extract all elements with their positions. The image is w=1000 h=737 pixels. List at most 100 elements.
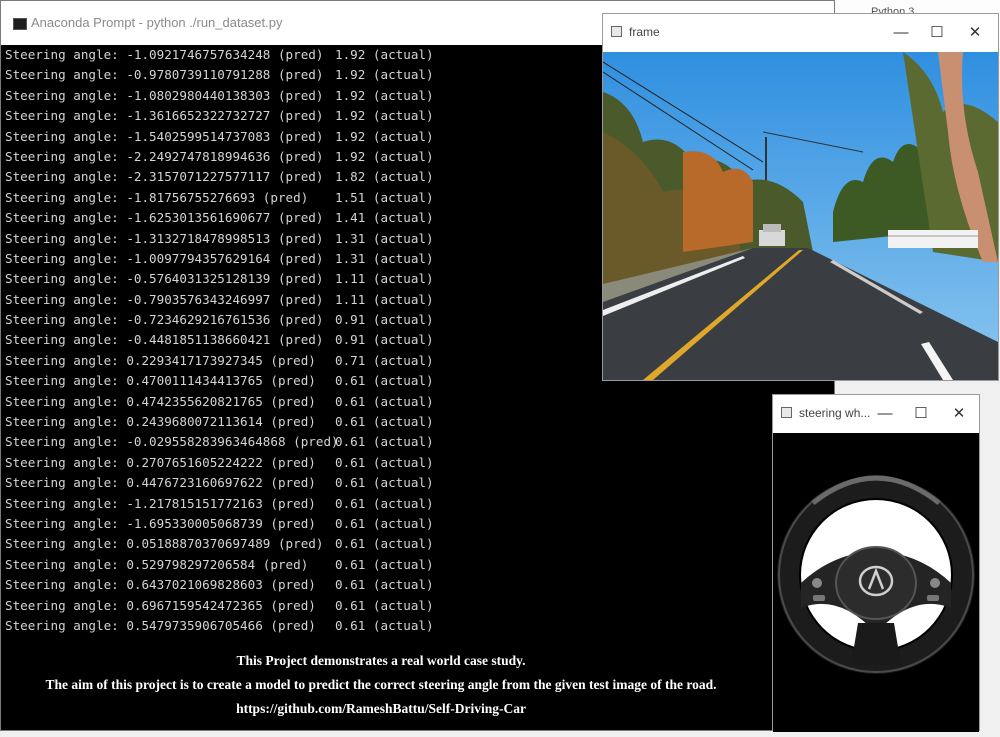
close-button[interactable]: ✕	[947, 403, 971, 425]
actual-angle-text: 0.61 (actual)	[335, 515, 434, 531]
console-line: Steering angle: 0.6437021069828603 (pred…	[5, 575, 455, 595]
frame-title-bar[interactable]: frame — ☐ ✕	[603, 14, 998, 52]
console-line: Steering angle: -1.695330005068739 (pred…	[5, 514, 455, 534]
predicted-angle-text: Steering angle: -2.2492747818994636 (pre…	[5, 148, 324, 164]
window-icon	[781, 407, 792, 418]
actual-angle-text: 1.92 (actual)	[335, 128, 434, 144]
road-camera-frame	[602, 52, 998, 380]
actual-angle-text: 0.61 (actual)	[335, 536, 434, 552]
console-line: Steering angle: 0.2707651605224222 (pred…	[5, 453, 455, 473]
actual-angle-text: 1.82 (actual)	[335, 169, 434, 185]
console-line: Steering angle: -1.217815151772163 (pred…	[5, 494, 455, 514]
road-scene-image	[602, 52, 998, 380]
console-line: Steering angle: 0.4742355620821765 (pred…	[5, 392, 455, 412]
console-line: Steering angle: -1.6253013561690677 (pre…	[5, 208, 455, 228]
console-line: Steering angle: -0.4481851138660421 (pre…	[5, 330, 455, 350]
predicted-angle-text: Steering angle: 0.4476723160697622 (pred…	[5, 475, 316, 491]
maximize-button[interactable]: ☐	[909, 403, 933, 425]
console-line: Steering angle: 0.6967159542472365 (pred…	[5, 596, 455, 616]
predicted-angle-text: Steering angle: -0.029558283963464868 (p…	[5, 434, 339, 450]
frame-title: frame	[629, 25, 660, 39]
actual-angle-text: 1.41 (actual)	[335, 210, 434, 226]
console-line: Steering angle: -1.0802980440138303 (pre…	[5, 86, 455, 106]
console-line: Steering angle: -0.5764031325128139 (pre…	[5, 269, 455, 289]
actual-angle-text: 0.61 (actual)	[335, 495, 434, 511]
actual-angle-text: 0.61 (actual)	[335, 617, 434, 633]
console-line: Steering angle: 0.4700111434413765 (pred…	[5, 371, 455, 391]
console-line: Steering angle: -2.2492747818994636 (pre…	[5, 147, 455, 167]
console-line: Steering angle: 0.2293417173927345 (pred…	[5, 351, 455, 371]
actual-angle-text: 1.92 (actual)	[335, 108, 434, 124]
predicted-angle-text: Steering angle: -1.81756755276693 (pred)	[5, 189, 309, 205]
console-line: Steering angle: 0.4476723160697622 (pred…	[5, 473, 455, 493]
predicted-angle-text: Steering angle: -1.6253013561690677 (pre…	[5, 210, 324, 226]
actual-angle-text: 1.31 (actual)	[335, 230, 434, 246]
actual-angle-text: 0.61 (actual)	[335, 597, 434, 613]
predicted-angle-text: Steering angle: -1.5402599514737083 (pre…	[5, 128, 324, 144]
predicted-angle-text: Steering angle: -0.5764031325128139 (pre…	[5, 271, 324, 287]
predicted-angle-text: Steering angle: -0.7234629216761536 (pre…	[5, 312, 324, 328]
predicted-angle-text: Steering angle: -1.695330005068739 (pred…	[5, 515, 316, 531]
minimize-button[interactable]: —	[873, 403, 897, 425]
console-line: Steering angle: 0.05188870370697489 (pre…	[5, 534, 455, 554]
predicted-angle-text: Steering angle: -1.0802980440138303 (pre…	[5, 87, 324, 103]
caption-line-1: This Project demonstrates a real world c…	[236, 653, 526, 668]
console-line: Steering angle: -1.3132718478998513 (pre…	[5, 229, 455, 249]
maximize-button[interactable]: ☐	[925, 22, 949, 44]
actual-angle-text: 0.61 (actual)	[335, 556, 434, 572]
console-output: Steering angle: -1.0921746757634248 (pre…	[5, 45, 455, 636]
predicted-angle-text: Steering angle: 0.4700111434413765 (pred…	[5, 373, 316, 389]
actual-angle-text: 0.71 (actual)	[335, 352, 434, 368]
predicted-angle-text: Steering angle: 0.529798297206584 (pred)	[5, 556, 309, 572]
console-line: Steering angle: 0.2439680072113614 (pred…	[5, 412, 455, 432]
console-line: Steering angle: -1.3616652322732727 (pre…	[5, 106, 455, 126]
caption-overlay: This Project demonstrates a real world c…	[1, 649, 761, 721]
actual-angle-text: 0.61 (actual)	[335, 475, 434, 491]
steering-wheel-view	[773, 433, 979, 732]
console-line: Steering angle: -0.7903576343246997 (pre…	[5, 290, 455, 310]
console-line: Steering angle: 0.5479735906705466 (pred…	[5, 616, 455, 636]
actual-angle-text: 1.92 (actual)	[335, 67, 434, 83]
frame-window[interactable]: frame — ☐ ✕	[602, 13, 999, 381]
predicted-angle-text: Steering angle: -0.4481851138660421 (pre…	[5, 332, 324, 348]
steering-title-bar[interactable]: steering wh... — ☐ ✕	[773, 395, 979, 433]
predicted-angle-text: Steering angle: 0.4742355620821765 (pred…	[5, 393, 316, 409]
actual-angle-text: 0.61 (actual)	[335, 373, 434, 389]
steering-title: steering wh...	[799, 406, 871, 420]
actual-angle-text: 0.61 (actual)	[335, 434, 434, 450]
steering-wheel-image	[777, 475, 975, 674]
actual-angle-text: 1.11 (actual)	[335, 291, 434, 307]
console-title: Anaconda Prompt - python ./run_dataset.p…	[31, 15, 283, 30]
predicted-angle-text: Steering angle: 0.2439680072113614 (pred…	[5, 414, 316, 430]
minimize-button[interactable]: —	[889, 22, 913, 44]
console-line: Steering angle: -0.029558283963464868 (p…	[5, 432, 455, 452]
caption-line-3: https://github.com/RameshBattu/Self-Driv…	[236, 701, 526, 716]
predicted-angle-text: Steering angle: -1.0921746757634248 (pre…	[5, 47, 324, 62]
console-line: Steering angle: -2.3157071227577117 (pre…	[5, 167, 455, 187]
console-line: Steering angle: -1.81756755276693 (pred)…	[5, 188, 455, 208]
predicted-angle-text: Steering angle: 0.6437021069828603 (pred…	[5, 577, 316, 593]
steering-wheel-window[interactable]: steering wh... — ☐ ✕	[772, 394, 980, 732]
console-line: Steering angle: 0.529798297206584 (pred)…	[5, 555, 455, 575]
actual-angle-text: 1.92 (actual)	[335, 148, 434, 164]
predicted-angle-text: Steering angle: -1.3132718478998513 (pre…	[5, 230, 324, 246]
caption-line-2: The aim of this project is to create a m…	[45, 677, 717, 692]
console-line: Steering angle: -1.0921746757634248 (pre…	[5, 45, 455, 65]
terminal-icon	[13, 18, 27, 30]
predicted-angle-text: Steering angle: -1.217815151772163 (pred…	[5, 495, 316, 511]
predicted-angle-text: Steering angle: 0.6967159542472365 (pred…	[5, 597, 316, 613]
actual-angle-text: 1.92 (actual)	[335, 47, 434, 62]
predicted-angle-text: Steering angle: -1.0097794357629164 (pre…	[5, 250, 324, 266]
actual-angle-text: 1.51 (actual)	[335, 189, 434, 205]
predicted-angle-text: Steering angle: -0.7903576343246997 (pre…	[5, 291, 324, 307]
actual-angle-text: 1.92 (actual)	[335, 87, 434, 103]
console-line: Steering angle: -1.5402599514737083 (pre…	[5, 127, 455, 147]
predicted-angle-text: Steering angle: -1.3616652322732727 (pre…	[5, 108, 324, 124]
actual-angle-text: 0.91 (actual)	[335, 312, 434, 328]
console-line: Steering angle: -0.9780739110791288 (pre…	[5, 65, 455, 85]
actual-angle-text: 1.31 (actual)	[335, 250, 434, 266]
predicted-angle-text: Steering angle: 0.2293417173927345 (pred…	[5, 352, 316, 368]
predicted-angle-text: Steering angle: 0.5479735906705466 (pred…	[5, 617, 316, 633]
close-button[interactable]: ✕	[963, 22, 987, 44]
actual-angle-text: 0.61 (actual)	[335, 414, 434, 430]
